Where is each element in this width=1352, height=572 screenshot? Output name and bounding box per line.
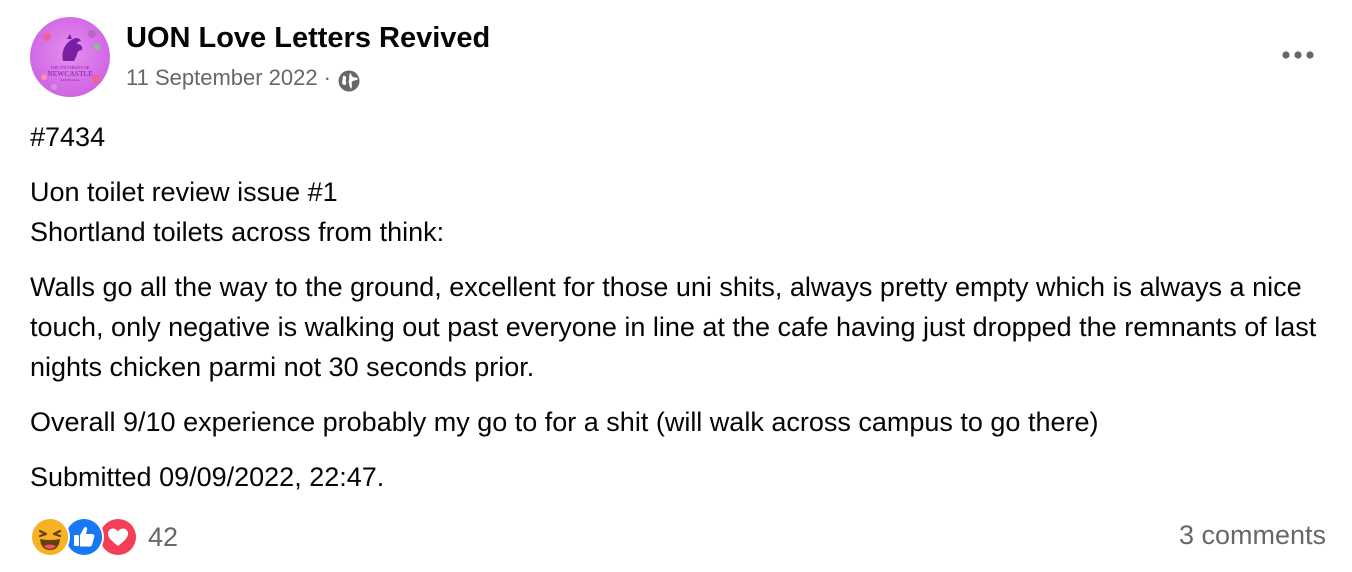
like-icon — [64, 517, 104, 557]
post-number: #7434 — [30, 122, 106, 152]
post-paragraph: Walls go all the way to the ground, exce… — [30, 272, 1317, 382]
post-paragraph: Overall 9/10 experience probably my go t… — [30, 407, 1099, 437]
post-meta: 11 September 2022 · — [126, 63, 361, 93]
post-card: THE UNIVERSITY OF NEWCASTLE AUSTRALIA UO… — [0, 0, 1352, 572]
post-submitted: Submitted 09/09/2022, 22:47. — [30, 462, 385, 492]
more-dots-icon — [1282, 51, 1314, 59]
page-avatar[interactable]: THE UNIVERSITY OF NEWCASTLE AUSTRALIA — [30, 17, 110, 97]
love-icon — [98, 517, 138, 557]
post-paragraph: Uon toilet review issue #1 Shortland toi… — [30, 177, 445, 247]
university-logo-icon: THE UNIVERSITY OF NEWCASTLE AUSTRALIA — [41, 30, 100, 90]
meta-separator: · — [323, 65, 331, 90]
page-name-link[interactable]: UON Love Letters Revived — [126, 22, 490, 55]
post-footer: 42 3 comments — [30, 515, 1326, 561]
post-body: #7434 Uon toilet review issue #1 Shortla… — [30, 117, 1330, 512]
reactions-summary[interactable]: 42 — [30, 517, 178, 557]
globe-icon[interactable] — [337, 69, 361, 93]
svg-text:NEWCASTLE: NEWCASTLE — [47, 69, 93, 78]
haha-icon — [30, 517, 70, 557]
post-date-link[interactable]: 11 September 2022 — [126, 65, 318, 91]
reaction-count[interactable]: 42 — [148, 522, 178, 553]
comments-count-link[interactable]: 3 comments — [1179, 520, 1326, 551]
svg-text:AUSTRALIA: AUSTRALIA — [60, 78, 80, 82]
more-options-button[interactable] — [1278, 35, 1318, 75]
post-header: THE UNIVERSITY OF NEWCASTLE AUSTRALIA UO… — [30, 17, 1330, 99]
